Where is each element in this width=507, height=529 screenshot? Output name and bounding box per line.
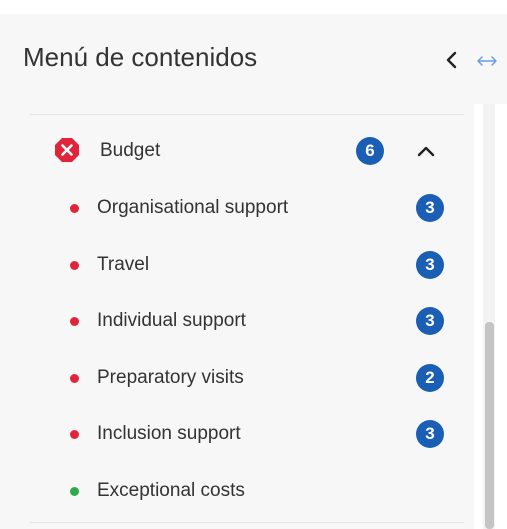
list-item-travel[interactable]: Travel 3 [30, 243, 464, 287]
item-count-badge: 3 [416, 251, 444, 279]
divider-bottom [30, 522, 464, 523]
chevron-left-icon [446, 51, 457, 69]
list-item-inclusion-support[interactable]: Inclusion support 3 [30, 412, 464, 456]
section-label: Budget [100, 140, 161, 161]
chevron-up-icon [417, 146, 435, 157]
list-item-exceptional-costs[interactable]: Exceptional costs [30, 469, 464, 513]
item-count-badge: 2 [416, 364, 444, 392]
item-label: Travel [97, 254, 150, 275]
collapse-menu-button[interactable] [440, 48, 464, 72]
error-icon [55, 138, 79, 162]
item-label: Organisational support [97, 197, 289, 218]
status-dot-icon [70, 261, 79, 270]
content-menu-panel: Menú de contenidos Budget 6 Organisation… [0, 0, 507, 529]
item-label: Preparatory visits [97, 367, 244, 388]
section-count-badge: 6 [356, 137, 384, 165]
list-item-individual-support[interactable]: Individual support 3 [30, 299, 464, 343]
top-strip [0, 0, 507, 14]
item-count-badge: 3 [416, 420, 444, 448]
list-item-organisational-support[interactable]: Organisational support 3 [30, 186, 464, 230]
status-dot-icon [70, 317, 79, 326]
menu-header: Menú de contenidos [0, 14, 497, 102]
item-count-badge: 3 [416, 194, 444, 222]
item-label: Exceptional costs [97, 480, 245, 501]
item-count-badge: 3 [416, 307, 444, 335]
item-label: Individual support [97, 310, 246, 331]
scrollbar-thumb[interactable] [485, 322, 494, 529]
divider-top [30, 114, 464, 115]
section-budget[interactable]: Budget 6 [30, 126, 464, 176]
list-item-preparatory-visits[interactable]: Preparatory visits 2 [30, 356, 464, 400]
menu-title: Menú de contenidos [23, 42, 258, 72]
status-dot-icon [70, 374, 79, 383]
section-toggle-button[interactable] [414, 139, 438, 163]
item-label: Inclusion support [97, 423, 241, 444]
status-dot-icon [70, 487, 79, 496]
resize-horizontal-icon [477, 56, 497, 66]
status-dot-icon [70, 430, 79, 439]
resize-handle[interactable] [474, 50, 500, 72]
status-dot-icon [70, 204, 79, 213]
